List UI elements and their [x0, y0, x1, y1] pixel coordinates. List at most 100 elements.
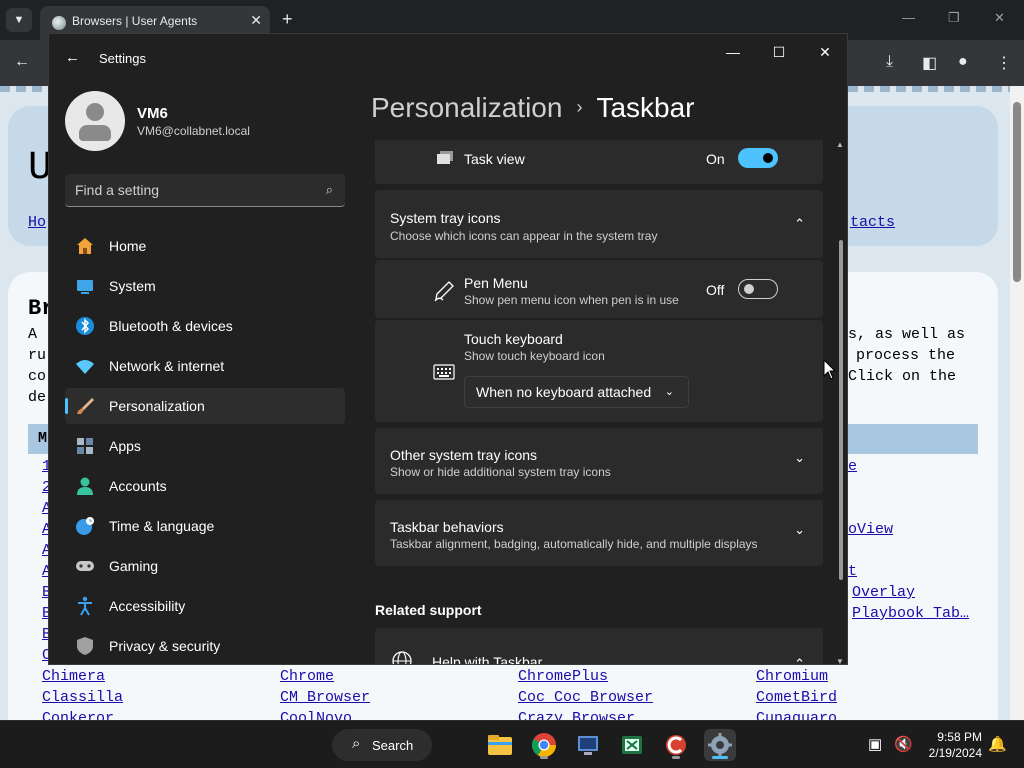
spreadsheet-app-icon[interactable] [616, 729, 648, 761]
page-scrollbar[interactable] [1010, 86, 1024, 720]
task-view-icon [437, 151, 453, 164]
avatar-head [86, 103, 104, 121]
settings-search[interactable]: ⌕ [65, 174, 345, 207]
browser-minimize-icon[interactable]: — [902, 10, 915, 25]
tab-search-chevron-icon[interactable]: ▼ [6, 8, 32, 32]
browser-link-chimera[interactable]: Chimera [42, 668, 105, 685]
sidebar-item-system[interactable]: System [65, 268, 345, 304]
task-view-toggle[interactable] [738, 148, 778, 168]
other-tray-title: Other system tray icons [390, 447, 538, 463]
settings-search-input[interactable] [75, 180, 305, 200]
browser-link[interactable]: oView [848, 521, 893, 538]
browser-link[interactable]: e [848, 458, 857, 475]
settings-scrollbar[interactable]: ▲ ▼ [836, 140, 845, 664]
browser-menu-icon[interactable]: ⋮ [996, 53, 1012, 73]
browser-link-chromeplus[interactable]: ChromePlus [518, 668, 608, 685]
scroll-up-icon[interactable]: ▲ [836, 140, 844, 149]
browser-link[interactable]: t [848, 563, 857, 580]
side-panel-icon[interactable]: ◧ [922, 53, 937, 73]
pen-menu-state: Off [706, 282, 725, 298]
sidebar-item-label: Gaming [109, 558, 159, 574]
chevron-up-icon[interactable]: ⌃ [794, 656, 805, 664]
settings-scrollbar-thumb[interactable] [839, 240, 843, 580]
notification-bell-icon[interactable]: 🔔 [988, 735, 1007, 753]
sidebar-item-accounts[interactable]: Accounts [65, 468, 345, 504]
tab-close-icon[interactable]: ✕ [250, 12, 262, 29]
maximize-icon[interactable]: ☐ [765, 42, 793, 62]
running-indicator [540, 756, 548, 759]
settings-titlebar: ← Settings — ☐ ✕ [49, 34, 847, 82]
browser-link[interactable]: Overlay [852, 584, 915, 601]
browser-link-coolnovo[interactable]: CoolNovo [280, 710, 352, 720]
pen-menu-row[interactable]: Pen Menu Show pen menu icon when pen is … [375, 260, 823, 318]
remote-desktop-icon[interactable] [572, 729, 604, 761]
nav-link-home[interactable]: Ho [28, 214, 46, 231]
browser-link-cunaguaro[interactable]: Cunaguaro [756, 710, 837, 720]
download-icon[interactable]: ⤓ [886, 53, 893, 71]
sidebar-item-network[interactable]: Network & internet [65, 348, 345, 384]
minimize-icon[interactable]: — [719, 42, 747, 62]
chevron-up-icon[interactable]: ⌃ [794, 216, 805, 232]
browser-link-chromium[interactable]: Chromium [756, 668, 828, 685]
accounts-icon [77, 477, 93, 495]
settings-nav: Home System Bluetooth & devices Network … [65, 228, 345, 664]
browser-close-icon[interactable]: ✕ [994, 10, 1005, 26]
sidebar-item-time-language[interactable]: Time & language [65, 508, 345, 544]
close-icon[interactable]: ✕ [811, 42, 839, 62]
sidebar-item-privacy[interactable]: Privacy & security [65, 628, 345, 664]
avatar[interactable] [65, 91, 125, 151]
scroll-down-icon[interactable]: ▼ [836, 657, 844, 664]
network-tray-icon[interactable]: ▣ [868, 735, 882, 753]
browser-back-icon[interactable]: ← [14, 53, 30, 71]
page-scrollbar-thumb[interactable] [1013, 102, 1021, 282]
touch-keyboard-dropdown[interactable]: When no keyboard attached ⌄ [464, 376, 689, 408]
search-icon[interactable]: ⌕ [326, 182, 333, 198]
sidebar-item-gaming[interactable]: Gaming [65, 548, 345, 584]
settings-back-icon[interactable]: ← [65, 49, 80, 66]
shield-icon [77, 637, 93, 655]
favicon-icon [52, 16, 66, 30]
browser-link-cometbird[interactable]: CometBird [756, 689, 837, 706]
chrome-icon[interactable] [528, 729, 560, 761]
clock-time: 9:58 PM [937, 730, 982, 744]
browser-link-conkeror[interactable]: Conkeror [42, 710, 114, 720]
help-with-taskbar-expander[interactable]: Help with Taskbar ⌃ [375, 628, 823, 664]
system-tray-icons-expander[interactable]: System tray icons Choose which icons can… [375, 190, 823, 258]
chevron-down-icon[interactable]: ⌄ [794, 522, 805, 538]
pen-menu-toggle[interactable] [738, 279, 778, 299]
page-text: de [28, 389, 47, 406]
sidebar-item-apps[interactable]: Apps [65, 428, 345, 464]
page-text: process the [856, 347, 956, 364]
browser-link[interactable]: Playbook Tab… [852, 605, 969, 622]
settings-app-icon[interactable] [704, 729, 736, 761]
sidebar-item-bluetooth[interactable]: Bluetooth & devices [65, 308, 345, 344]
profile-icon[interactable]: ● [958, 53, 968, 71]
browser-link-coc-coc[interactable]: Coc Coc Browser [518, 689, 653, 706]
brush-icon [77, 398, 94, 414]
browser-restore-icon[interactable]: ❐ [948, 10, 960, 26]
browser-link-cm-browser[interactable]: CM Browser [280, 689, 370, 706]
new-tab-icon[interactable]: + [282, 9, 293, 30]
sidebar-item-label: Time & language [109, 518, 215, 534]
task-view-state: On [706, 151, 725, 167]
taskbar-clock[interactable]: 9:58 PM 2/19/2024 [929, 729, 982, 761]
taskbar-search-button[interactable]: ⌕ Search [332, 729, 432, 761]
other-system-tray-expander[interactable]: Other system tray icons Show or hide add… [375, 428, 823, 494]
ccleaner-icon[interactable] [660, 729, 692, 761]
taskbar-behaviors-expander[interactable]: Taskbar behaviors Taskbar alignment, bad… [375, 500, 823, 566]
nav-link-contacts[interactable]: tacts [850, 214, 895, 231]
browser-link-chrome[interactable]: Chrome [280, 668, 334, 685]
sidebar-item-personalization[interactable]: Personalization [65, 388, 345, 424]
browser-link-classilla[interactable]: Classilla [42, 689, 123, 706]
task-view-row[interactable]: Task view On [375, 140, 823, 184]
breadcrumb-parent[interactable]: Personalization [371, 92, 562, 123]
pen-menu-title: Pen Menu [464, 275, 528, 291]
browser-link-crazy-browser[interactable]: Crazy Browser [518, 710, 635, 720]
sidebar-item-accessibility[interactable]: Accessibility [65, 588, 345, 624]
globe-icon [392, 651, 412, 664]
chevron-down-icon[interactable]: ⌄ [794, 450, 805, 466]
file-explorer-icon[interactable] [484, 729, 516, 761]
sidebar-item-home[interactable]: Home [65, 228, 345, 264]
running-indicator [672, 756, 680, 759]
volume-muted-icon[interactable]: 🔇 [894, 735, 913, 753]
